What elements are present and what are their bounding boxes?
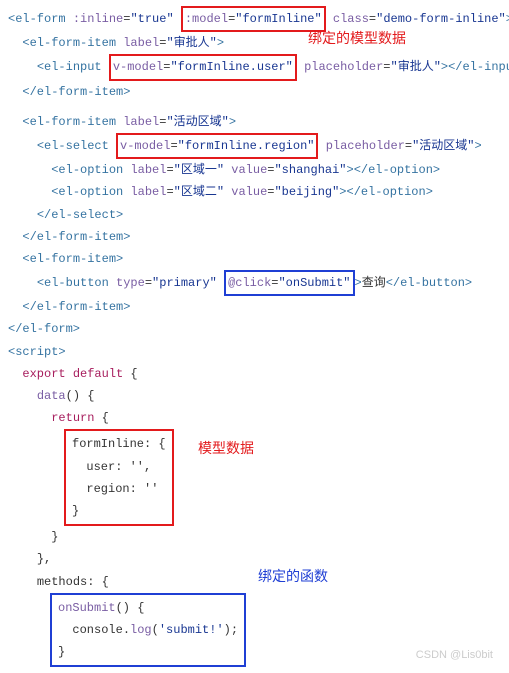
- code-line: <el-option label="区域一" value="shanghai">…: [8, 159, 501, 181]
- highlight-vmodel-region: v-model="formInline.region": [116, 133, 318, 159]
- code-line: data() {: [8, 385, 501, 407]
- code-line: export default {: [8, 363, 501, 385]
- code-line: </el-form-item>: [8, 296, 501, 318]
- highlight-model-bind: :model="formInline": [181, 6, 326, 32]
- code-line: <script>: [8, 341, 501, 363]
- highlight-click-bind: @click="onSubmit": [224, 270, 354, 296]
- highlight-vmodel-user: v-model="formInline.user": [109, 54, 297, 80]
- code-line: <el-select v-model="formInline.region" p…: [8, 133, 501, 159]
- code-line: </el-form-item>: [8, 81, 501, 103]
- code-line: formInline: { user: '', region: ''}: [8, 429, 501, 526]
- code-line: <el-form-item label="审批人">: [8, 32, 501, 54]
- code-line: <el-option label="区域二" value="beijing"><…: [8, 181, 501, 203]
- code-line: <el-button type="primary" @click="onSubm…: [8, 270, 501, 296]
- code-line: }: [8, 526, 501, 548]
- annotation-mid: 模型数据: [198, 436, 254, 462]
- code-line: return {: [8, 407, 501, 429]
- code-line: </el-form-item>: [8, 226, 501, 248]
- code-line: methods: {: [8, 571, 501, 593]
- code-line: },: [8, 548, 501, 570]
- highlight-model-data: formInline: { user: '', region: ''}: [64, 429, 174, 526]
- annotation-top: 绑定的模型数据: [308, 26, 406, 52]
- watermark: CSDN @Lis0bit: [416, 645, 493, 665]
- code-container: <el-form :inline="true" :model="formInli…: [8, 6, 501, 667]
- code-line: <el-form :inline="true" :model="formInli…: [8, 6, 501, 32]
- annotation-bottom: 绑定的函数: [258, 564, 328, 590]
- code-line: </el-form>: [8, 318, 501, 340]
- code-line: </el-select>: [8, 204, 501, 226]
- code-line: <el-form-item label="活动区域">: [8, 111, 501, 133]
- code-line: <el-input v-model="formInline.user" plac…: [8, 54, 501, 80]
- highlight-bound-func: onSubmit() { console.log('submit!');}: [50, 593, 246, 668]
- code-line: <el-form-item>: [8, 248, 501, 270]
